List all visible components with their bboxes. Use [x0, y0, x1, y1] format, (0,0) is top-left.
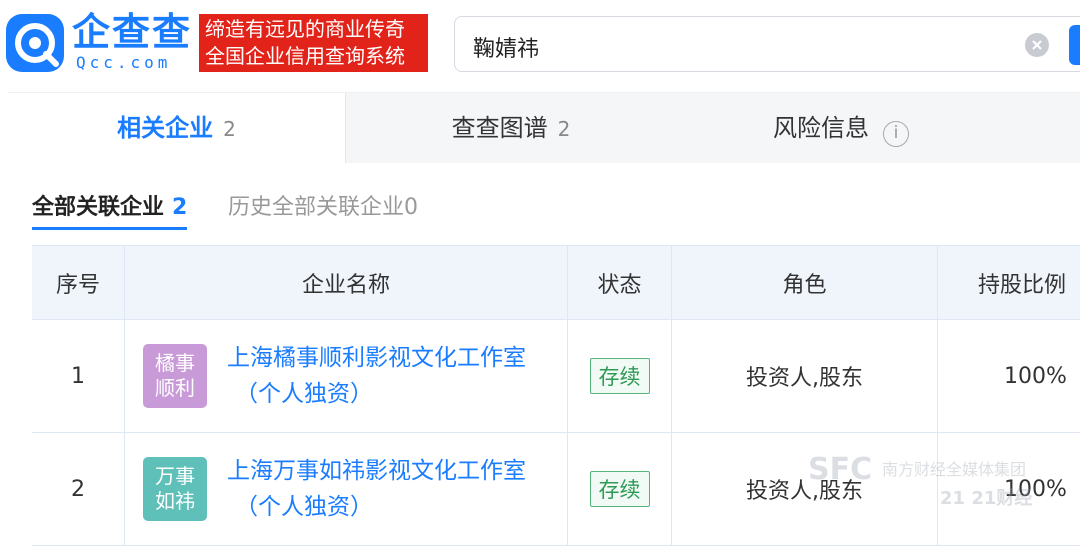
- company-avatar[interactable]: 万事 如祎: [143, 457, 207, 521]
- subtab-count: 2: [172, 195, 188, 220]
- company-type[interactable]: （个人独资）: [227, 489, 526, 525]
- avatar-text-2: 如祎: [155, 489, 195, 513]
- status-cell: 存续: [567, 433, 671, 545]
- logo-domain: Qcc.com: [76, 53, 172, 72]
- status-cell: 存续: [567, 320, 671, 432]
- company-name-link[interactable]: 上海万事如祎影视文化工作室 （个人独资）: [227, 453, 526, 525]
- table-header-row: 序号 企业名称 状态 角色 持股比例: [32, 246, 1080, 320]
- subtab-all-related[interactable]: 全部关联企业 2: [32, 189, 188, 230]
- row-index: 2: [71, 476, 85, 502]
- companies-table: 序号 企业名称 状态 角色 持股比例 1 橘事 顺利 上海橘事顺利影视文化工作室…: [32, 245, 1080, 546]
- search-query[interactable]: 鞠婧祎: [473, 31, 539, 63]
- subtab-label: 全部关联企业: [32, 195, 165, 220]
- tab-count: 2: [223, 117, 236, 141]
- company-cell: 万事 如祎 上海万事如祎影视文化工作室 （个人独资）: [124, 433, 567, 545]
- qcc-logo-icon[interactable]: [6, 14, 64, 72]
- role-cell: 投资人,股东: [671, 320, 937, 432]
- search-button[interactable]: [1069, 25, 1080, 65]
- status-badge: 存续: [589, 358, 650, 394]
- tab-label: 风险信息: [773, 114, 869, 142]
- tab-graph[interactable]: 查查图谱 2: [346, 93, 676, 163]
- info-icon[interactable]: i: [883, 121, 909, 147]
- related-companies-panel: 相关企业 2 查查图谱 2 风险信息 i 全部关联企业 2 历史全部关联企业0 序号 企…: [8, 92, 1080, 557]
- header-share[interactable]: 持股比例: [937, 246, 1080, 319]
- slogan-banner: 缔造有远见的商业传奇 全国企业信用查询系统: [199, 14, 428, 72]
- site-header: 企查查 Qcc.com 缔造有远见的商业传奇 全国企业信用查询系统 鞠婧祎: [0, 0, 1080, 92]
- slogan-line-2: 全国企业信用查询系统: [205, 44, 405, 68]
- role-cell: 投资人,股东: [671, 433, 937, 545]
- slogan-line-1: 缔造有远见的商业传奇: [205, 17, 405, 41]
- header-role: 角色: [671, 246, 937, 319]
- company-name-link[interactable]: 上海橘事顺利影视文化工作室 （个人独资）: [227, 340, 526, 412]
- table-row: 1 橘事 顺利 上海橘事顺利影视文化工作室 （个人独资） 存续 投资人,股东 1…: [32, 320, 1080, 433]
- tab-risk-info[interactable]: 风险信息 i: [676, 93, 1006, 163]
- tab-bar: 相关企业 2 查查图谱 2 风险信息 i: [8, 93, 1080, 163]
- clear-icon[interactable]: [1025, 33, 1049, 57]
- company-avatar[interactable]: 橘事 顺利: [143, 344, 207, 408]
- avatar-text-1: 橘事: [155, 351, 195, 375]
- logo-text[interactable]: 企查查: [72, 12, 192, 52]
- row-index: 1: [71, 363, 85, 389]
- header-company-name: 企业名称: [124, 246, 567, 319]
- company-type[interactable]: （个人独资）: [227, 376, 526, 412]
- share-cell: 100%: [937, 433, 1080, 545]
- status-badge: 存续: [589, 471, 650, 507]
- header-index: 序号: [55, 272, 100, 298]
- header-status: 状态: [567, 246, 671, 319]
- avatar-text-2: 顺利: [155, 376, 195, 400]
- search-input[interactable]: 鞠婧祎: [454, 16, 1080, 72]
- company-cell: 橘事 顺利 上海橘事顺利影视文化工作室 （个人独资）: [124, 320, 567, 432]
- subtab-history-related[interactable]: 历史全部关联企业0: [228, 189, 418, 221]
- avatar-text-1: 万事: [155, 464, 195, 488]
- company-name[interactable]: 上海橘事顺利影视文化工作室: [227, 345, 526, 371]
- tab-label: 查查图谱: [451, 114, 548, 142]
- tab-related-companies[interactable]: 相关企业 2: [8, 93, 346, 163]
- company-name[interactable]: 上海万事如祎影视文化工作室: [227, 458, 526, 484]
- tab-label: 相关企业: [117, 114, 214, 142]
- share-cell: 100%: [937, 320, 1080, 432]
- table-row: 2 万事 如祎 上海万事如祎影视文化工作室 （个人独资） 存续 投资人,股东 1…: [32, 433, 1080, 546]
- tab-count: 2: [557, 117, 571, 141]
